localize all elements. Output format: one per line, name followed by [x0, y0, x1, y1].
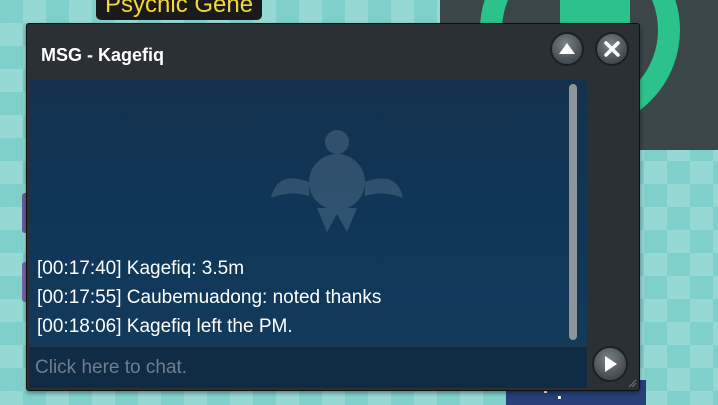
pokemon-emblem-icon	[271, 130, 403, 232]
npc-name-tag[interactable]: Psychic Gene	[96, 0, 263, 20]
chat-message: [00:17:55] Caubemuadong: noted thanks	[37, 287, 382, 308]
play-arrow-icon	[605, 356, 617, 372]
minimize-button[interactable]	[550, 32, 584, 66]
close-button[interactable]	[595, 32, 629, 66]
private-message-window[interactable]: MSG - Kagefiq [00:17:40] Kagefiq: 3.5m […	[26, 23, 640, 391]
scrollbar-thumb[interactable]	[569, 84, 577, 340]
message-scrollbar[interactable]	[566, 84, 580, 340]
chat-input-bar[interactable]	[29, 346, 587, 388]
resize-grip-icon[interactable]	[627, 378, 637, 388]
chat-message: [00:17:40] Kagefiq: 3.5m	[37, 258, 245, 279]
chat-message: [00:18:06] Kagefiq left the PM.	[37, 316, 293, 337]
chat-input[interactable]	[29, 347, 587, 388]
window-title: MSG - Kagefiq	[41, 45, 165, 65]
title-bar[interactable]: MSG - Kagefiq	[27, 24, 639, 80]
close-icon	[604, 41, 620, 57]
message-list: [00:17:40] Kagefiq: 3.5m [00:17:55] Caub…	[37, 254, 381, 341]
message-log: [00:17:40] Kagefiq: 3.5m [00:17:55] Caub…	[29, 80, 587, 346]
send-button[interactable]	[592, 346, 628, 382]
chevron-up-icon	[559, 43, 575, 54]
